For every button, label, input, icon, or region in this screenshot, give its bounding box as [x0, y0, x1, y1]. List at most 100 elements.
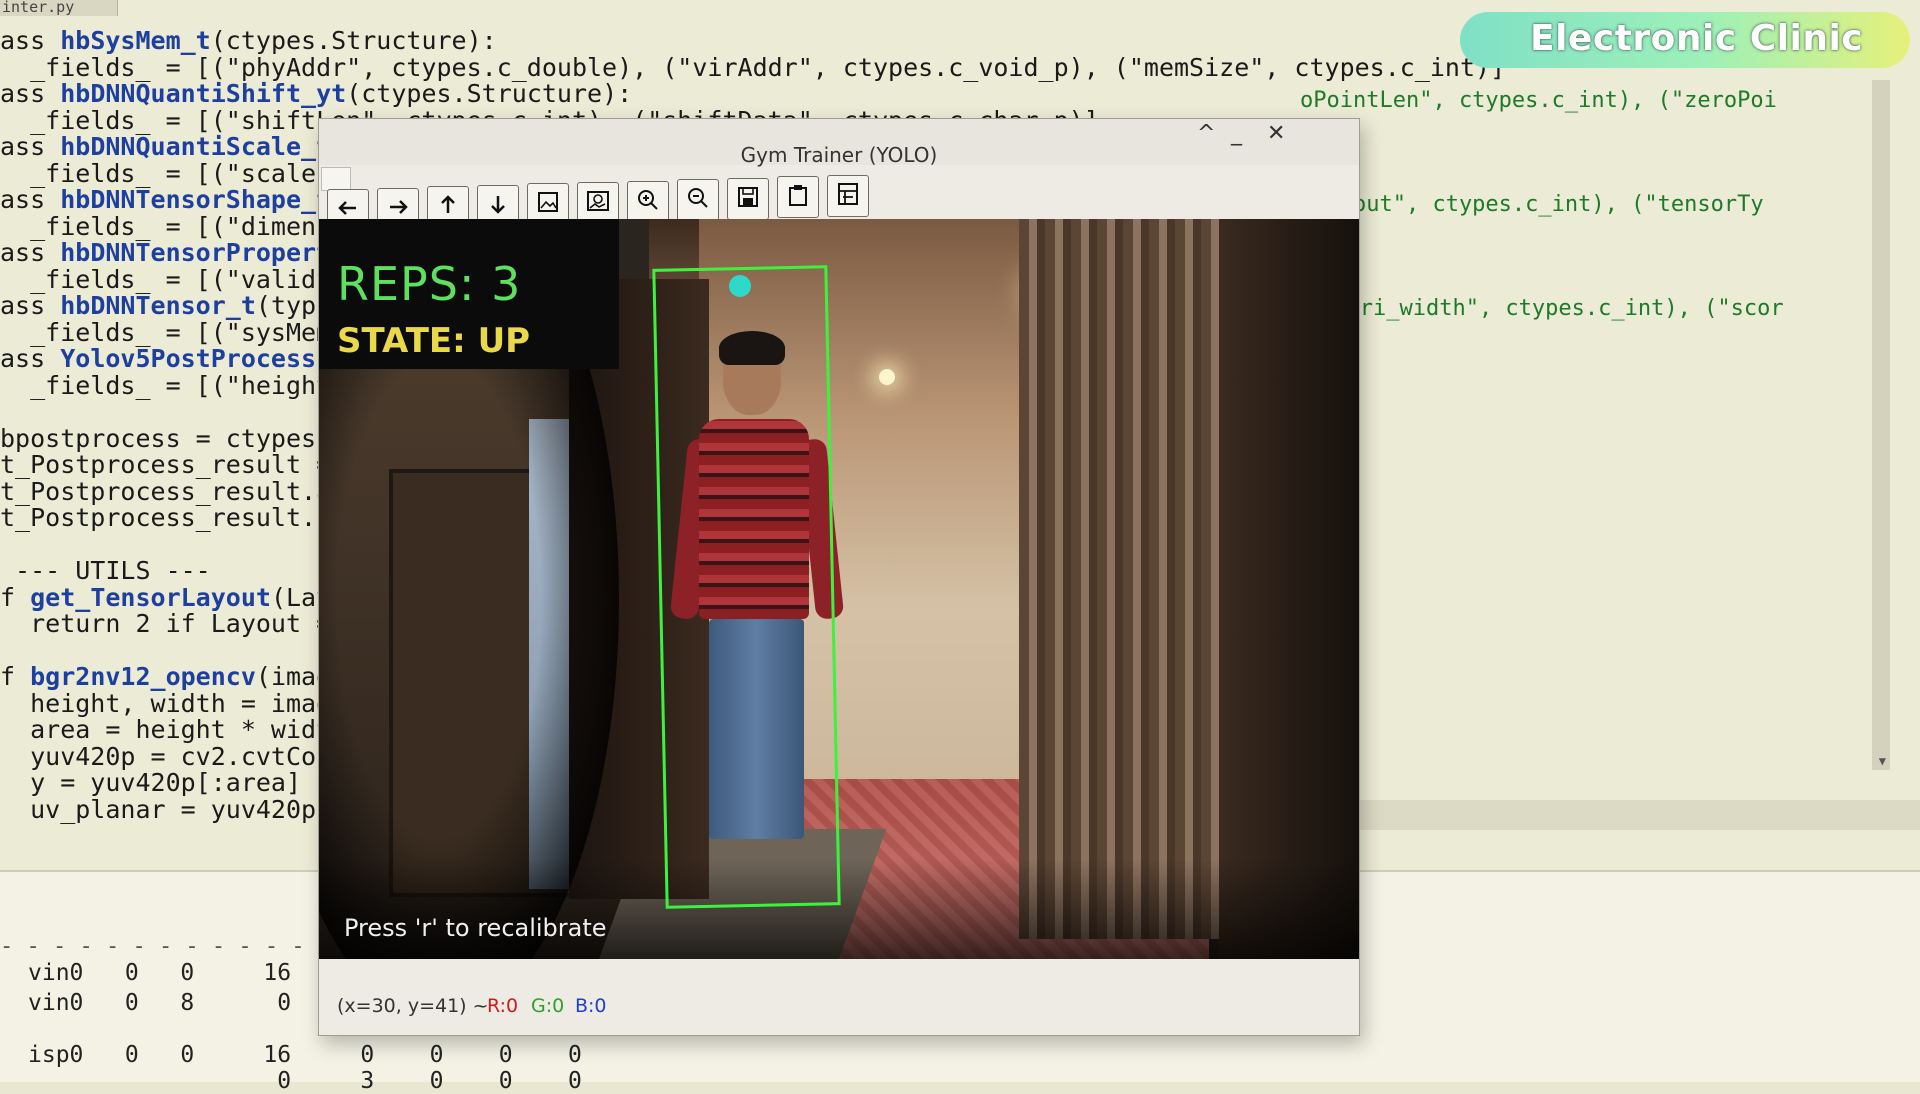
code-text: --- UTILS --- — [0, 556, 211, 585]
code-text: ass — [0, 185, 61, 214]
save-image-button[interactable] — [727, 177, 769, 220]
logo-text: Electronic Clinic — [1530, 18, 1864, 59]
code-line: _fields_ = [("sysMem — [0, 318, 331, 347]
code-text: ass — [0, 26, 61, 55]
properties-button[interactable] — [827, 175, 869, 217]
code-text: _fields_ = [("phyAddr", ctypes.c_double)… — [0, 52, 1506, 82]
zoom-original-button[interactable] — [577, 182, 619, 224]
code-identifier: hbDNNTensorPropert — [60, 238, 332, 267]
code-line: _fields_ = [("scaleL — [0, 159, 331, 188]
code-text: ass — [0, 132, 61, 161]
code-text: uv_planar = yuv420p[ — [0, 794, 332, 824]
title-bar[interactable]: Gym Trainer (YOLO) ^ _ ✕ — [319, 119, 1359, 167]
pixel-red-value: R:0 — [487, 995, 519, 1017]
pixel-blue-value: B:0 — [575, 995, 607, 1017]
code-identifier: hbDNNQuantiShift_yt — [60, 79, 347, 108]
output-separator: - - - - - - - - - - - - - - - - - — [0, 934, 438, 959]
status-bar: (x=30, y=41) ~ R:0 G:0 B:0 — [319, 989, 1359, 1023]
code-line: bpostprocess = ctypes. — [0, 424, 331, 453]
code-text: f — [0, 662, 31, 691]
code-text: t_Postprocess_result.r — [0, 503, 332, 532]
code-text: (typ — [255, 291, 317, 320]
code-text: return 2 if Layout = — [0, 609, 332, 638]
code-text: _fields_ = [("scaleL — [0, 158, 332, 188]
scene-dark-edge — [1219, 219, 1359, 959]
code-line: ass hbDNNTensorShape_t — [0, 185, 331, 214]
code-identifier: Yolov5PostProcessI — [60, 344, 332, 373]
output-row: vin0 0 8 0 — [28, 990, 292, 1016]
arrow-down-icon — [484, 190, 512, 222]
camera-view[interactable]: REPS: 3 STATE: UP Press 'r' to recalibra… — [319, 219, 1359, 959]
output-row: isp0 0 0 16 0 0 0 0 — [28, 1042, 582, 1068]
pane-splitter[interactable] — [1340, 800, 1920, 830]
code-line: ass Yolov5PostProcessI — [0, 344, 331, 373]
code-line: ass hbSysMem_t(ctypes.Structure): — [0, 26, 497, 55]
editor-scrollbar[interactable] — [1872, 80, 1890, 770]
code-line: ass hbDNNTensor_t(typ — [0, 291, 316, 320]
code-line: y = yuv420p[:area] — [0, 768, 301, 797]
properties-icon — [834, 180, 862, 212]
gym-trainer-window[interactable]: Gym Trainer (YOLO) ^ _ ✕ REPS: 3 STATE: … — [318, 118, 1360, 1036]
code-line: f get_TensorLayout(Lay — [0, 583, 331, 612]
scroll-down-icon[interactable]: ▼ — [1879, 754, 1886, 768]
code-identifier: hbDNNTensorShape_t — [60, 185, 332, 214]
code-line: yuv420p = cv2.cvtCol — [0, 742, 331, 771]
code-text: _fields_ = [("validS — [0, 264, 332, 294]
zoom-in-icon — [634, 186, 662, 218]
code-line: ass hbDNNTensorPropert — [0, 238, 331, 267]
code-text: f — [0, 582, 31, 612]
window-title: Gym Trainer (YOLO) — [740, 143, 938, 167]
code-identifier: hbDNNQuantiScale_t — [60, 132, 332, 161]
code-text: ass — [0, 344, 61, 373]
code-text: _fields_ = [("dimens — [0, 211, 332, 241]
code-line: t_Postprocess_result.a — [0, 477, 331, 506]
maximize-button[interactable]: ^ — [1197, 121, 1215, 146]
code-text: _fields_ = [("sysMem — [0, 317, 332, 347]
detection-bounding-box — [652, 265, 841, 909]
code-text: y = yuv420p[:area] — [0, 768, 302, 797]
code-line: return 2 if Layout = — [0, 609, 331, 638]
reps-counter: REPS: 3 — [337, 257, 522, 311]
zoom-out-button[interactable] — [677, 179, 719, 222]
zoom-in-button[interactable] — [627, 180, 669, 223]
clipboard-icon — [784, 181, 812, 213]
nose-keypoint — [729, 275, 751, 297]
code-line: _fields_ = [("height — [0, 371, 331, 400]
code-line: _fields_ = [("phyAddr", ctypes.c_double)… — [0, 53, 1505, 82]
pixel-green-value: G:0 — [531, 995, 565, 1017]
state-label: STATE: UP — [337, 321, 531, 361]
code-text: (ctypes.Structure): — [210, 26, 497, 55]
code-identifier: get_TensorLayout — [30, 582, 271, 612]
code-line: uv_planar = yuv420p[ — [0, 795, 331, 824]
minimize-button[interactable]: _ — [1231, 121, 1242, 146]
zoom-out-icon — [684, 184, 712, 216]
code-fragment: rLayout", ctypes.c_int), ("tensorTy — [1300, 192, 1764, 217]
code-line: t_Postprocess_result = — [0, 450, 331, 479]
image-zoom-icon — [584, 187, 612, 219]
code-line: f bgr2nv12_opencv(imag — [0, 662, 331, 691]
code-text: ass — [0, 291, 61, 320]
code-identifier: hbDNNTensor_t — [60, 291, 256, 320]
code-text: area = height * widt — [0, 715, 332, 744]
file-tab[interactable]: inter.py — [0, 0, 118, 16]
hud-panel: REPS: 3 STATE: UP — [319, 219, 619, 369]
copy-clipboard-button[interactable] — [777, 176, 819, 219]
close-button[interactable]: ✕ — [1267, 121, 1285, 146]
code-identifier: bgr2nv12_opencv — [30, 662, 256, 691]
ceiling-light — [879, 369, 895, 385]
code-text: t_Postprocess_result = — [0, 450, 332, 479]
output-row: vin0 0 0 16 — [28, 960, 292, 986]
code-fragment: ("ori_width", ctypes.c_int), ("scor — [1320, 296, 1784, 321]
code-text: _fields_ = [("height — [0, 370, 332, 400]
code-text: (ctypes.Structure): — [346, 79, 633, 108]
code-line: _fields_ = [("validS — [0, 265, 331, 294]
code-text: bpostprocess = ctypes. — [0, 423, 332, 453]
code-text: yuv420p = cv2.cvtCol — [0, 741, 332, 771]
code-line: --- UTILS --- — [0, 556, 211, 585]
code-line: area = height * widt — [0, 715, 331, 744]
code-line: t_Postprocess_result.r — [0, 503, 331, 532]
code-identifier: hbSysMem_t — [60, 26, 211, 55]
code-line: _fields_ = [("dimens — [0, 212, 331, 241]
code-text: ass — [0, 238, 61, 267]
recalibrate-hint: Press 'r' to recalibrate — [344, 914, 607, 942]
